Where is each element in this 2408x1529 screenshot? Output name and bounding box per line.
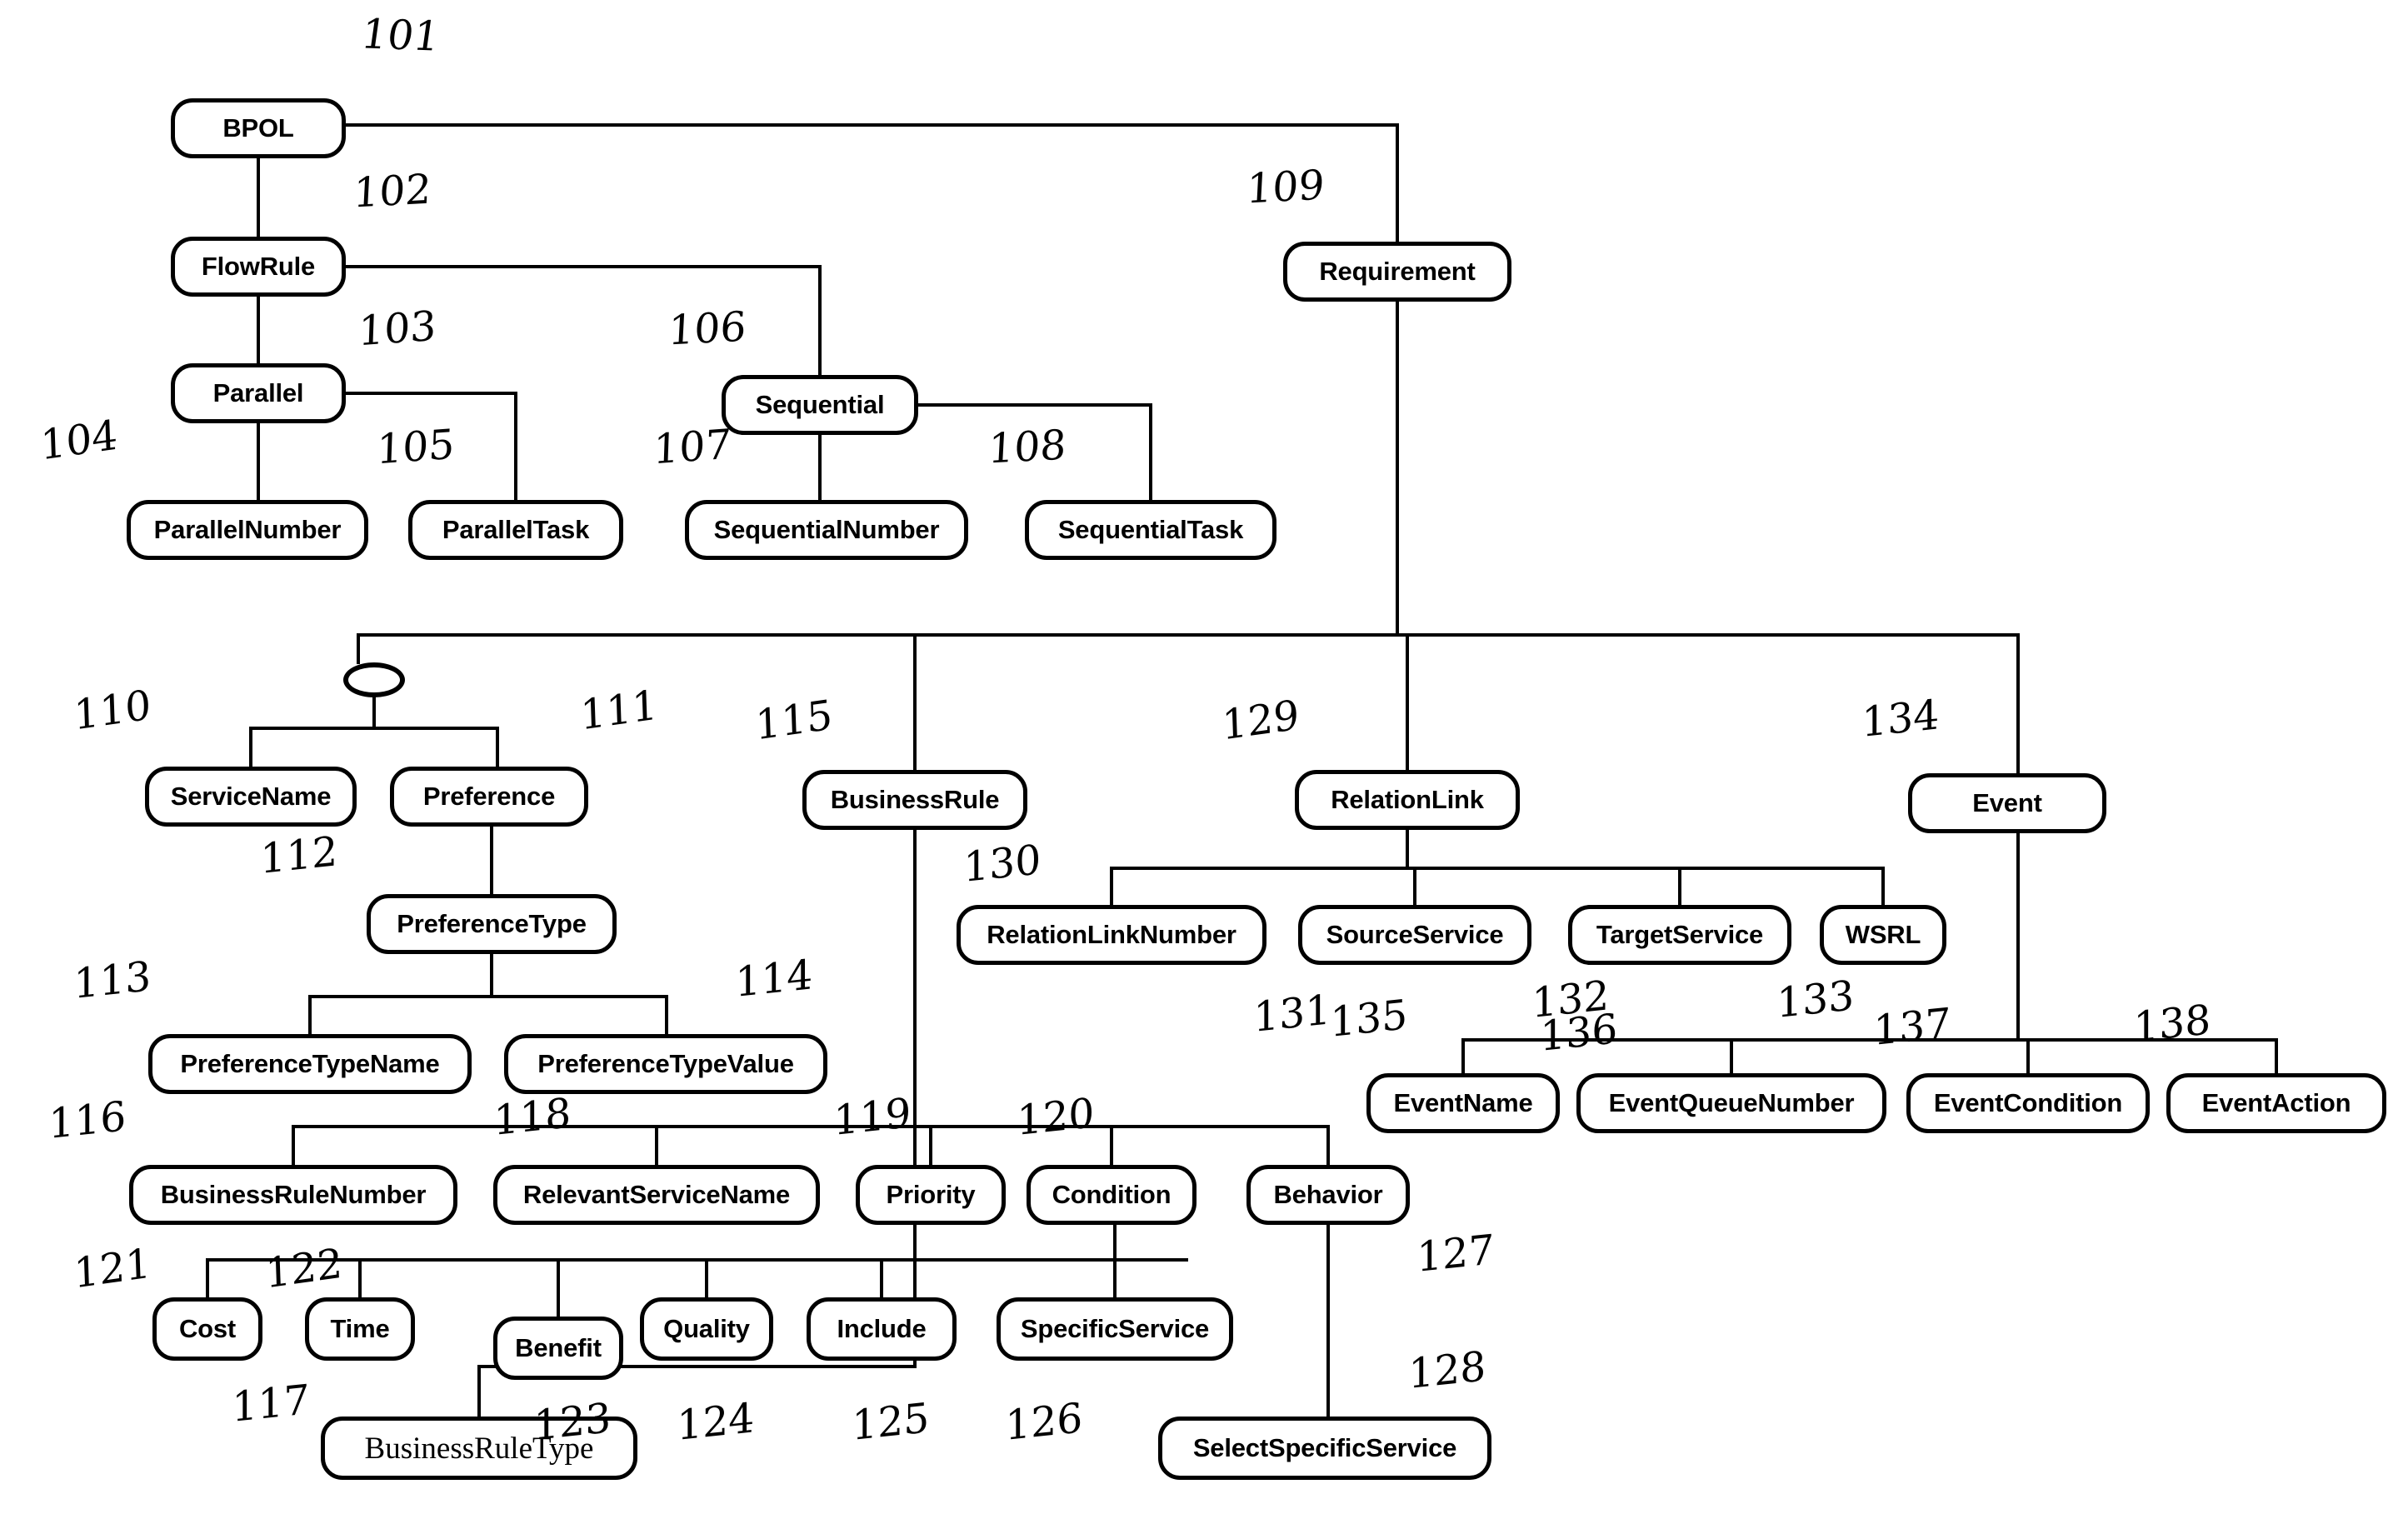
reference-numeral-112: 112 bbox=[260, 827, 338, 884]
node-businessrule: BusinessRule bbox=[802, 770, 1027, 830]
node-bpol: BPOL bbox=[171, 98, 346, 158]
reference-numeral-103: 103 bbox=[357, 302, 437, 356]
node-cost: Cost bbox=[152, 1297, 262, 1361]
node-requirement: Requirement bbox=[1283, 242, 1511, 302]
node-targetservice: TargetService bbox=[1568, 905, 1791, 965]
reference-numeral-109: 109 bbox=[1245, 161, 1326, 213]
node-preferencetype: PreferenceType bbox=[367, 894, 617, 954]
reference-numeral-105: 105 bbox=[376, 420, 456, 474]
reference-numeral-129: 129 bbox=[1221, 691, 1301, 750]
reference-numeral-134: 134 bbox=[1861, 690, 1940, 747]
node-paralleltask: ParallelTask bbox=[408, 500, 623, 560]
node-behavior: Behavior bbox=[1246, 1165, 1410, 1225]
node-specificservice: SpecificService bbox=[997, 1297, 1233, 1361]
reference-numeral-131: 131 bbox=[1253, 985, 1331, 1042]
reference-numeral-107: 107 bbox=[652, 420, 732, 474]
reference-numeral-124: 124 bbox=[677, 1393, 755, 1451]
node-relationlinknumber: RelationLinkNumber bbox=[957, 905, 1266, 965]
node-eventcondition: EventCondition bbox=[1906, 1073, 2150, 1133]
node-preference: Preference bbox=[390, 767, 588, 827]
node-sourceservice: SourceService bbox=[1298, 905, 1531, 965]
node-flowrule: FlowRule bbox=[171, 237, 346, 297]
reference-numeral-138: 138 bbox=[2133, 995, 2211, 1052]
reference-numeral-104: 104 bbox=[39, 411, 119, 470]
node-servicename: ServiceName bbox=[145, 767, 357, 827]
reference-numeral-116: 116 bbox=[48, 1092, 127, 1149]
reference-numeral-135: 135 bbox=[1330, 990, 1408, 1047]
reference-numeral-126: 126 bbox=[1005, 1393, 1083, 1451]
node-parallel: Parallel bbox=[171, 363, 346, 423]
reference-numeral-119: 119 bbox=[833, 1088, 912, 1146]
reference-numeral-137: 137 bbox=[1873, 998, 1951, 1056]
node-preferencetypename: PreferenceTypeName bbox=[148, 1034, 472, 1094]
reference-numeral-110: 110 bbox=[72, 681, 152, 740]
node-parallelnumber: ParallelNumber bbox=[127, 500, 368, 560]
reference-numeral-128: 128 bbox=[1408, 1342, 1486, 1399]
reference-numeral-111: 111 bbox=[579, 681, 659, 740]
node-selectspecificservice: SelectSpecificService bbox=[1158, 1417, 1491, 1480]
node-sequentialtask: SequentialTask bbox=[1025, 500, 1276, 560]
node-eventname: EventName bbox=[1366, 1073, 1560, 1133]
reference-numeral-102: 102 bbox=[352, 165, 432, 217]
reference-numeral-136: 136 bbox=[1540, 1004, 1618, 1062]
reference-numeral-118: 118 bbox=[493, 1088, 572, 1146]
reference-numeral-123: 123 bbox=[533, 1393, 612, 1451]
reference-numeral-130: 130 bbox=[963, 835, 1042, 892]
reference-numeral-125: 125 bbox=[852, 1393, 930, 1451]
node-sequential: Sequential bbox=[722, 375, 918, 435]
node-eventaction: EventAction bbox=[2166, 1073, 2386, 1133]
reference-numeral-127: 127 bbox=[1416, 1225, 1495, 1282]
node-time: Time bbox=[305, 1297, 415, 1361]
node-eventqueuenumber: EventQueueNumber bbox=[1576, 1073, 1886, 1133]
reference-numeral-101: 101 bbox=[358, 10, 443, 61]
node-event: Event bbox=[1908, 773, 2106, 833]
node-businessrulenumber: BusinessRuleNumber bbox=[129, 1165, 457, 1225]
reference-numeral-115: 115 bbox=[754, 691, 834, 750]
reference-numeral-106: 106 bbox=[667, 302, 747, 355]
node-condition: Condition bbox=[1027, 1165, 1197, 1225]
reference-numeral-108: 108 bbox=[987, 421, 1067, 473]
node-sequentialnumber: SequentialNumber bbox=[685, 500, 968, 560]
reference-numeral-120: 120 bbox=[1017, 1088, 1095, 1146]
node-relevantservicename: RelevantServiceName bbox=[493, 1165, 820, 1225]
preference-hub-node bbox=[343, 662, 405, 697]
node-preferencetypevalue: PreferenceTypeValue bbox=[504, 1034, 827, 1094]
reference-numeral-113: 113 bbox=[73, 952, 152, 1009]
reference-numeral-122: 122 bbox=[264, 1239, 344, 1298]
node-priority: Priority bbox=[856, 1165, 1006, 1225]
node-quality: Quality bbox=[640, 1297, 773, 1361]
reference-numeral-114: 114 bbox=[735, 950, 813, 1007]
reference-numeral-121: 121 bbox=[72, 1239, 152, 1298]
node-benefit: Benefit bbox=[493, 1317, 623, 1380]
node-wsrl: WSRL bbox=[1820, 905, 1946, 965]
patent-diagram-canvas: BPOL 101 FlowRule 102 Parallel 103 ParallelNum… bbox=[0, 0, 2408, 1529]
reference-numeral-133: 133 bbox=[1776, 971, 1855, 1028]
reference-numeral-117: 117 bbox=[232, 1375, 310, 1432]
node-include: Include bbox=[807, 1297, 957, 1361]
node-relationlink: RelationLink bbox=[1295, 770, 1520, 830]
